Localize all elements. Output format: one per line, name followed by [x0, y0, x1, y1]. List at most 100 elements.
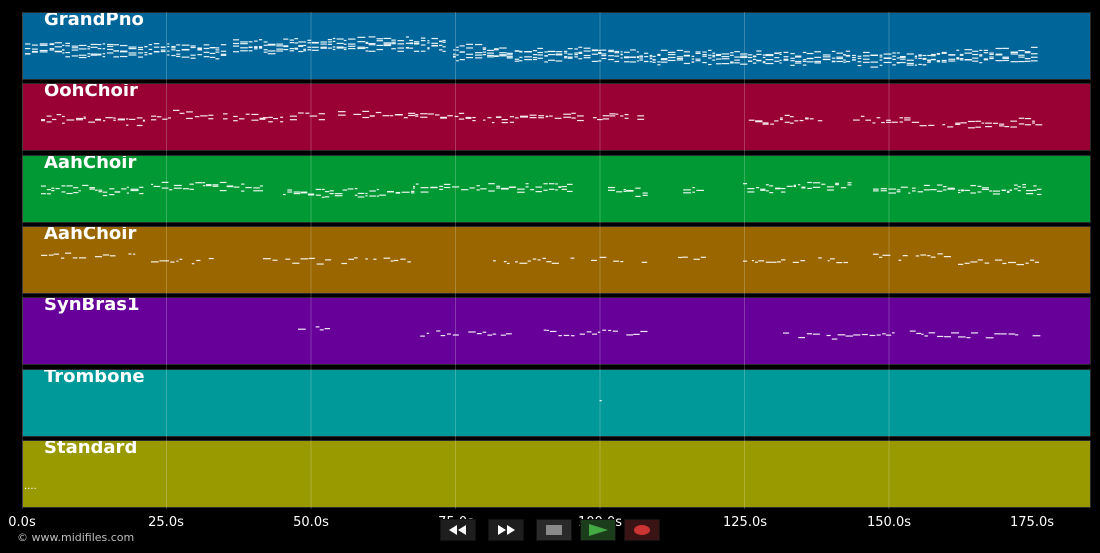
midi-note — [132, 253, 136, 255]
midi-note — [49, 49, 55, 51]
midi-note — [162, 118, 168, 121]
midi-note — [159, 260, 162, 262]
midi-note — [289, 119, 297, 121]
midi-note — [623, 188, 627, 190]
midi-note — [280, 116, 284, 119]
midi-note — [548, 182, 555, 184]
midi-note — [431, 42, 438, 44]
midi-note — [341, 262, 348, 264]
midi-note — [799, 120, 804, 122]
midi-note — [660, 49, 668, 51]
midi-note — [267, 53, 276, 55]
midi-note — [544, 51, 548, 53]
midi-note — [258, 47, 263, 49]
midi-note — [984, 262, 990, 264]
midi-note — [652, 59, 656, 61]
midi-note — [308, 257, 315, 259]
midi-note — [254, 48, 258, 50]
midi-note — [447, 115, 453, 117]
midi-note — [721, 56, 730, 58]
midi-note — [891, 121, 898, 124]
midi-note — [620, 115, 624, 117]
midi-note — [919, 125, 927, 127]
track-row: .... Standard — [22, 439, 1091, 508]
midi-note — [530, 188, 535, 190]
midi-note — [564, 50, 568, 52]
midi-note — [517, 188, 525, 190]
midi-note — [992, 123, 998, 125]
midi-note — [506, 56, 513, 58]
midi-note — [148, 44, 153, 46]
midi-note — [318, 119, 326, 121]
midi-note — [209, 52, 216, 55]
midi-note — [1002, 47, 1009, 49]
midi-note — [233, 51, 240, 53]
midi-note — [519, 262, 528, 264]
play-button[interactable] — [580, 519, 616, 541]
midi-note — [403, 117, 408, 119]
midi-note — [941, 61, 947, 63]
midi-note — [376, 188, 380, 190]
midi-note — [458, 118, 465, 120]
midi-note — [715, 63, 722, 65]
stop-button[interactable] — [536, 519, 572, 541]
midi-note — [348, 45, 356, 47]
midi-note — [167, 43, 170, 45]
midi-note — [73, 191, 79, 193]
midi-note — [943, 255, 951, 258]
midi-note — [102, 48, 106, 50]
track-row: AahChoir — [22, 154, 1091, 223]
midi-note — [189, 183, 194, 185]
midi-note — [958, 263, 964, 265]
midi-note — [357, 46, 366, 48]
midi-note — [630, 61, 636, 63]
midi-note — [61, 184, 66, 187]
midi-note — [263, 44, 268, 46]
fast-forward-button[interactable] — [488, 519, 524, 541]
midi-note — [880, 189, 887, 191]
midi-note — [608, 55, 614, 57]
midi-note — [427, 48, 430, 50]
stop-icon — [546, 525, 562, 535]
midi-note — [563, 335, 570, 337]
midi-note — [383, 42, 392, 44]
midi-note — [109, 187, 115, 189]
record-button[interactable] — [624, 519, 660, 541]
midi-note — [400, 258, 406, 260]
midi-note — [1022, 186, 1026, 188]
midi-note — [456, 49, 459, 51]
midi-note — [514, 117, 519, 119]
rewind-button[interactable] — [440, 519, 476, 541]
midi-note — [431, 45, 438, 47]
midi-note — [430, 186, 438, 188]
midi-note — [636, 51, 639, 53]
midi-note — [695, 58, 701, 60]
midi-note — [770, 123, 775, 126]
time-label: 175.0s — [1010, 515, 1054, 530]
midi-note — [332, 40, 336, 42]
midi-note — [626, 189, 634, 191]
midi-note — [637, 115, 645, 117]
midi-note — [442, 41, 446, 43]
midi-note — [439, 185, 444, 187]
midi-note — [438, 49, 443, 51]
midi-note — [555, 60, 563, 62]
midi-note — [362, 117, 370, 119]
midi-note — [814, 51, 821, 53]
midi-note — [493, 48, 499, 50]
midi-note — [794, 62, 802, 64]
midi-note — [783, 51, 789, 54]
midi-note — [245, 186, 252, 188]
midi-note — [283, 48, 289, 51]
midi-note — [263, 51, 268, 53]
midi-note — [908, 192, 911, 194]
midi-note — [318, 113, 326, 115]
midi-note — [911, 122, 920, 124]
midi-note — [904, 117, 911, 119]
midi-note — [843, 261, 848, 263]
midi-note — [113, 50, 119, 52]
midi-note — [219, 181, 227, 183]
midi-note — [283, 193, 286, 195]
midi-note — [730, 62, 734, 64]
midi-note — [316, 263, 324, 265]
